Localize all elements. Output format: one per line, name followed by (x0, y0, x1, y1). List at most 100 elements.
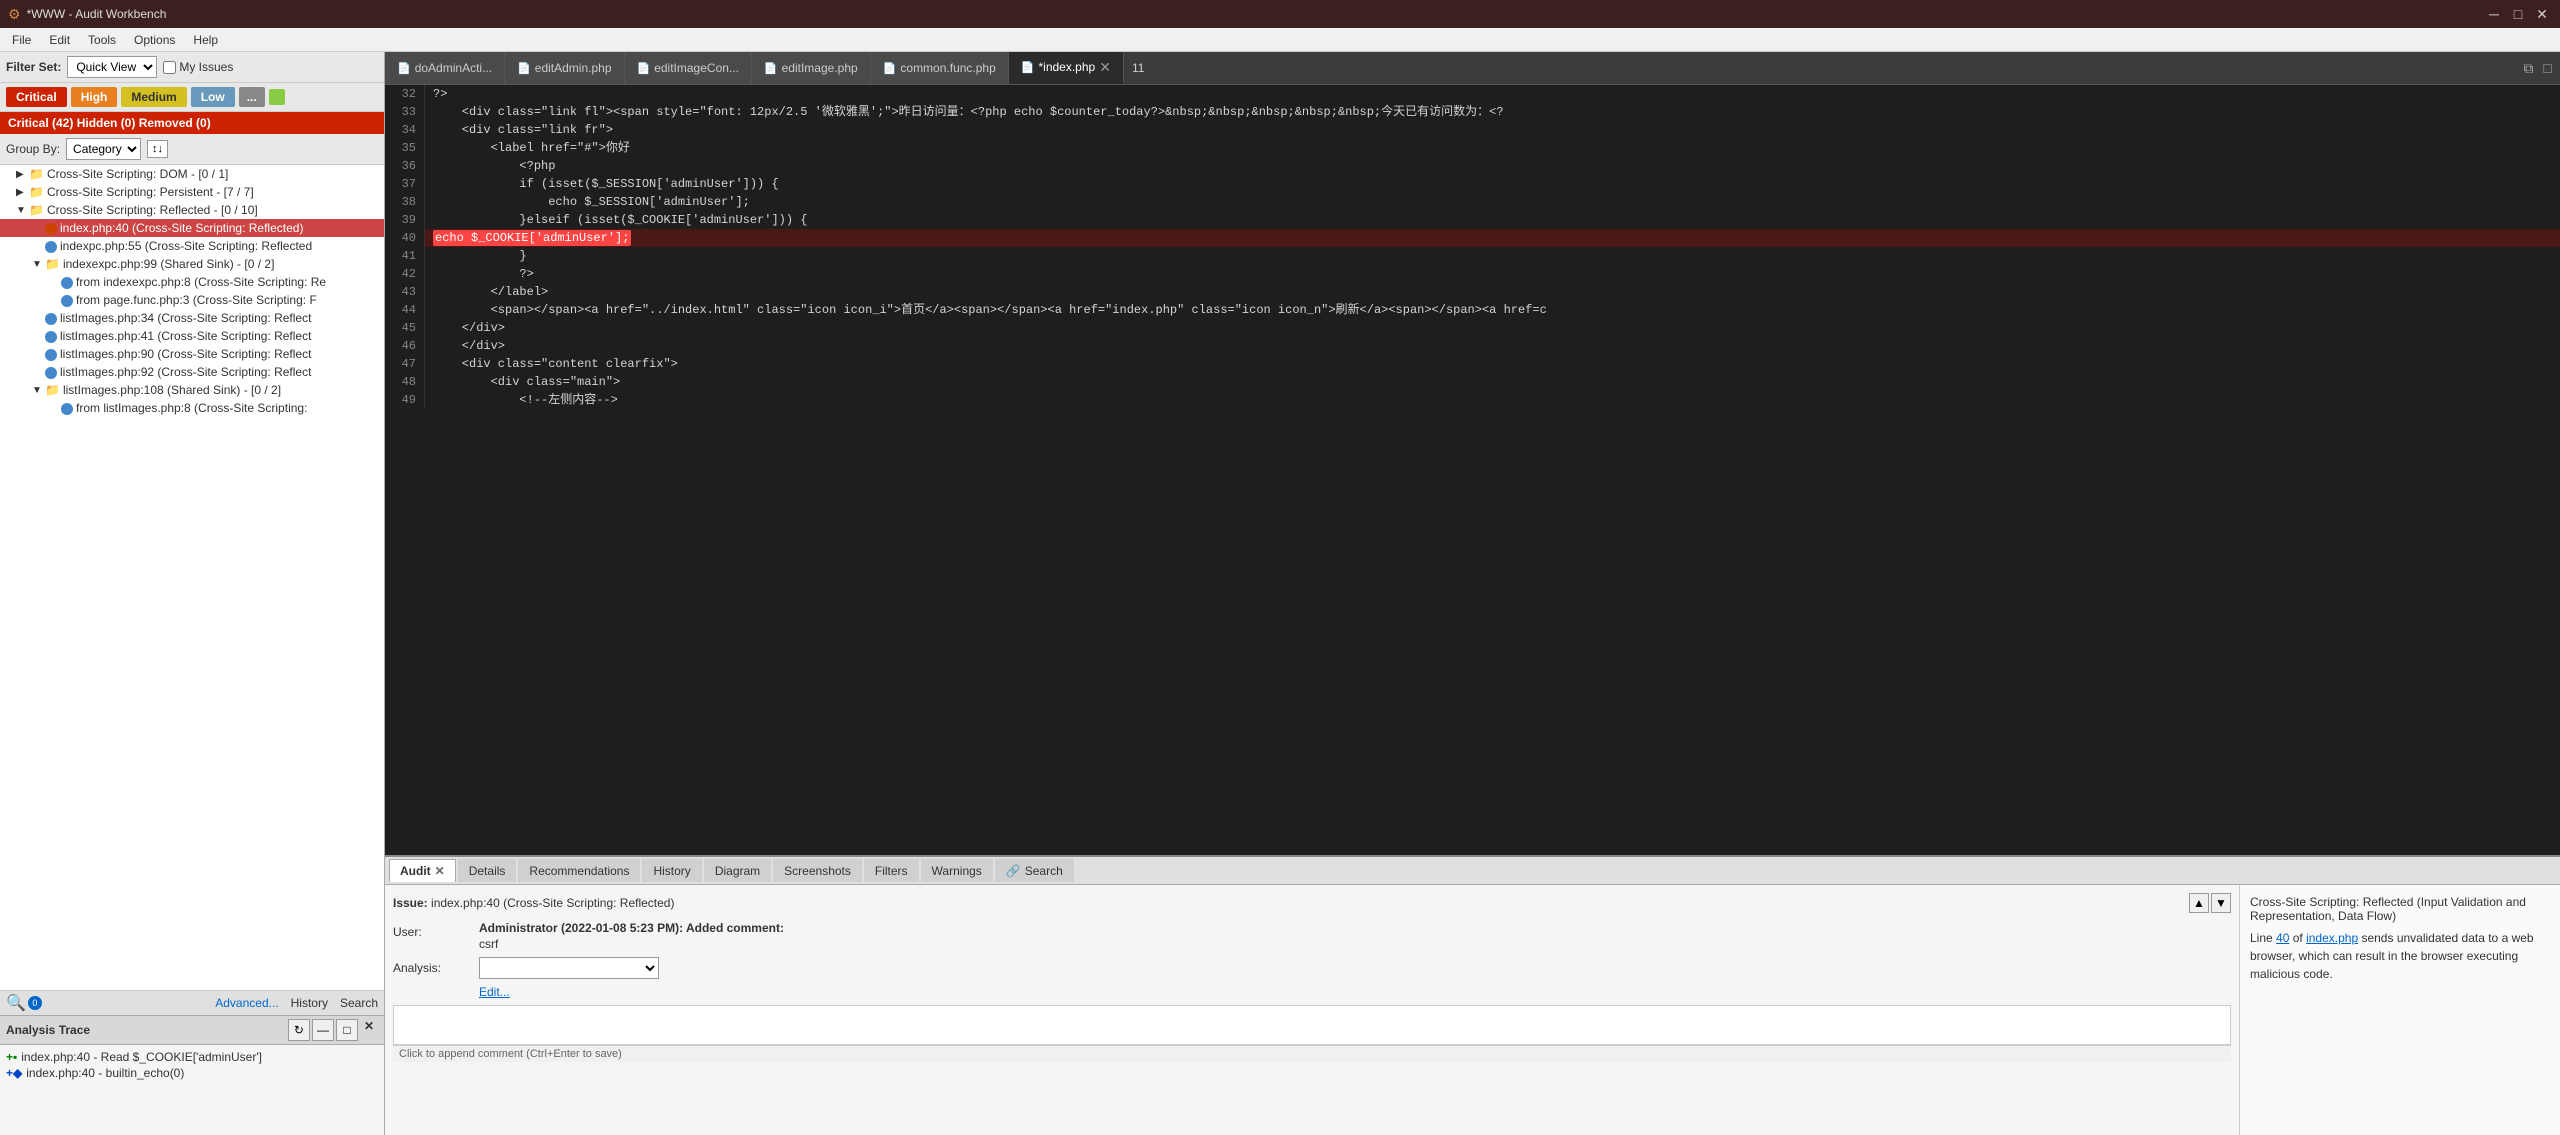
high-severity-button[interactable]: High (71, 87, 118, 107)
tree-item-2[interactable]: ▼📁Cross-Site Scripting: Reflected - [0 /… (0, 201, 384, 219)
tree-arrow-5[interactable]: ▼ (32, 259, 42, 270)
audit-line-link[interactable]: 40 (2276, 931, 2289, 945)
line-num-46: 46 (385, 337, 425, 355)
audit-tab-warnings[interactable]: Warnings (921, 859, 993, 882)
trace-item-2-text[interactable]: index.php:40 - builtin_echo(0) (26, 1066, 184, 1080)
search-btn[interactable]: Search (340, 996, 378, 1010)
audit-prev-button[interactable]: ▲ (2189, 893, 2209, 913)
line-content-47: <div class="content clearfix"> (425, 355, 2560, 373)
audit-tab-filters[interactable]: Filters (864, 859, 919, 882)
tree-icon-2: 📁 (29, 203, 44, 217)
tab-4-icon: 📄 (764, 62, 778, 75)
audit-tab-diagram[interactable]: Diagram (704, 859, 771, 882)
tab-overflow[interactable]: 11 (1124, 57, 1152, 79)
tab-6-label: *index.php (1038, 60, 1095, 74)
line-content-34: <div class="link fr"> (425, 121, 2560, 139)
tree-arrow-1[interactable]: ▶ (16, 187, 26, 198)
comment-area[interactable] (393, 1005, 2231, 1045)
trace-maximize-button[interactable]: □ (336, 1019, 358, 1041)
tree-text-6: from indexexpc.php:8 (Cross-Site Scripti… (76, 275, 326, 289)
editor-tab-1[interactable]: 📄 doAdminActi... (385, 52, 505, 84)
tree-text-4: indexpc.php:55 (Cross-Site Scripting: Re… (60, 239, 312, 253)
audit-tab-recommendations[interactable]: Recommendations (518, 859, 640, 882)
audit-body-suffix: sends unvalidated data to a web browser,… (2250, 931, 2534, 981)
search-icon-btn[interactable]: 🔍 0 (6, 993, 42, 1013)
tree-item-6[interactable]: from indexexpc.php:8 (Cross-Site Scripti… (0, 273, 384, 291)
editor-restore-btn[interactable]: ⧉ (2520, 58, 2538, 79)
sort-button[interactable]: ↕↓ (147, 140, 168, 158)
menu-options[interactable]: Options (126, 31, 183, 49)
menu-edit[interactable]: Edit (41, 31, 78, 49)
code-line-41: 41 } (385, 247, 2560, 265)
tree-item-9[interactable]: listImages.php:41 (Cross-Site Scripting:… (0, 327, 384, 345)
editor-tab-3[interactable]: 📄 editImageCon... (625, 52, 752, 84)
tree-arrow-0[interactable]: ▶ (16, 169, 26, 180)
tree-text-10: listImages.php:90 (Cross-Site Scripting:… (60, 347, 311, 361)
tree-item-8[interactable]: listImages.php:34 (Cross-Site Scripting:… (0, 309, 384, 327)
my-issues-checkbox[interactable] (163, 61, 176, 74)
audit-tab-search[interactable]: 🔗 Search (995, 859, 1074, 882)
menu-tools[interactable]: Tools (80, 31, 124, 49)
minimize-button[interactable]: ─ (2484, 4, 2504, 24)
tree-item-11[interactable]: listImages.php:92 (Cross-Site Scripting:… (0, 363, 384, 381)
tab-6-close[interactable]: ✕ (1099, 59, 1111, 76)
menu-file[interactable]: File (4, 31, 39, 49)
tree-arrow-12[interactable]: ▼ (32, 385, 42, 396)
audit-tab-audit[interactable]: Audit ✕ (389, 859, 456, 882)
bottom-nav-left: 🔍 0 (6, 993, 42, 1013)
audit-left-panel: Issue: index.php:40 (Cross-Site Scriptin… (385, 885, 2240, 1135)
trace-refresh-button[interactable]: ↻ (288, 1019, 310, 1041)
low-severity-button[interactable]: Low (191, 87, 235, 107)
filter-set-select[interactable]: Quick View (67, 56, 157, 78)
line-content-44: <span></span><a href="../index.html" cla… (425, 301, 2560, 319)
line-num-39: 39 (385, 211, 425, 229)
analysis-select[interactable] (479, 957, 659, 979)
my-issues-checkbox-label[interactable]: My Issues (163, 60, 233, 74)
editor-tab-6[interactable]: 📄 *index.php ✕ (1009, 52, 1124, 84)
editor-tab-4[interactable]: 📄 editImage.php (752, 52, 871, 84)
tree-item-10[interactable]: listImages.php:90 (Cross-Site Scripting:… (0, 345, 384, 363)
trace-close-icon[interactable]: ✕ (360, 1019, 378, 1041)
tree-item-4[interactable]: indexpc.php:55 (Cross-Site Scripting: Re… (0, 237, 384, 255)
tab-1-label: doAdminActi... (415, 61, 492, 75)
audit-tab-history[interactable]: History (642, 859, 701, 882)
critical-severity-button[interactable]: Critical (6, 87, 67, 107)
maximize-button[interactable]: □ (2508, 4, 2528, 24)
tree-item-7[interactable]: from page.func.php:3 (Cross-Site Scripti… (0, 291, 384, 309)
audit-tab-close[interactable]: ✕ (435, 864, 445, 878)
tree-arrow-2[interactable]: ▼ (16, 205, 26, 216)
audit-file-link[interactable]: index.php (2306, 931, 2358, 945)
tree-item-1[interactable]: ▶📁Cross-Site Scripting: Persistent - [7 … (0, 183, 384, 201)
editor-tab-2[interactable]: 📄 editAdmin.php (505, 52, 624, 84)
medium-severity-button[interactable]: Medium (121, 87, 186, 107)
tree-item-5[interactable]: ▼📁indexexpc.php:99 (Shared Sink) - [0 / … (0, 255, 384, 273)
tree-item-3[interactable]: index.php:40 (Cross-Site Scripting: Refl… (0, 219, 384, 237)
menubar: File Edit Tools Options Help (0, 28, 2560, 52)
tree-item-12[interactable]: ▼📁listImages.php:108 (Shared Sink) - [0 … (0, 381, 384, 399)
code-line-37: 37 if (isset($_SESSION['adminUser'])) { (385, 175, 2560, 193)
menu-help[interactable]: Help (185, 31, 226, 49)
editor-maximize-btn[interactable]: □ (2540, 58, 2556, 78)
editor-tab-controls: ⧉ □ (2516, 58, 2560, 79)
code-line-43: 43 </label> (385, 283, 2560, 301)
audit-tab-details[interactable]: Details (458, 859, 517, 882)
line-num-32: 32 (385, 85, 425, 103)
advanced-link[interactable]: Advanced... (215, 996, 278, 1010)
audit-next-button[interactable]: ▼ (2211, 893, 2231, 913)
trace-minimize-button[interactable]: — (312, 1019, 334, 1041)
tree-icon-9 (45, 329, 57, 343)
tree-item-0[interactable]: ▶📁Cross-Site Scripting: DOM - [0 / 1] (0, 165, 384, 183)
close-button[interactable]: ✕ (2532, 4, 2552, 24)
trace-item-1-text[interactable]: index.php:40 - Read $_COOKIE['adminUser'… (21, 1050, 262, 1064)
edit-link[interactable]: Edit... (479, 985, 2231, 999)
groupby-select[interactable]: Category (66, 138, 141, 160)
editor-tab-5[interactable]: 📄 common.func.php (871, 52, 1009, 84)
tab-6-icon: 📄 (1021, 61, 1035, 74)
tree-item-13[interactable]: from listImages.php:8 (Cross-Site Script… (0, 399, 384, 417)
more-severity-button[interactable]: ... (239, 87, 265, 107)
issues-tree[interactable]: ▶📁Cross-Site Scripting: DOM - [0 / 1]▶📁C… (0, 165, 384, 990)
line-content-46: </div> (425, 337, 2560, 355)
history-btn[interactable]: History (291, 996, 328, 1010)
audit-tab-screenshots[interactable]: Screenshots (773, 859, 862, 882)
line-num-35: 35 (385, 139, 425, 157)
